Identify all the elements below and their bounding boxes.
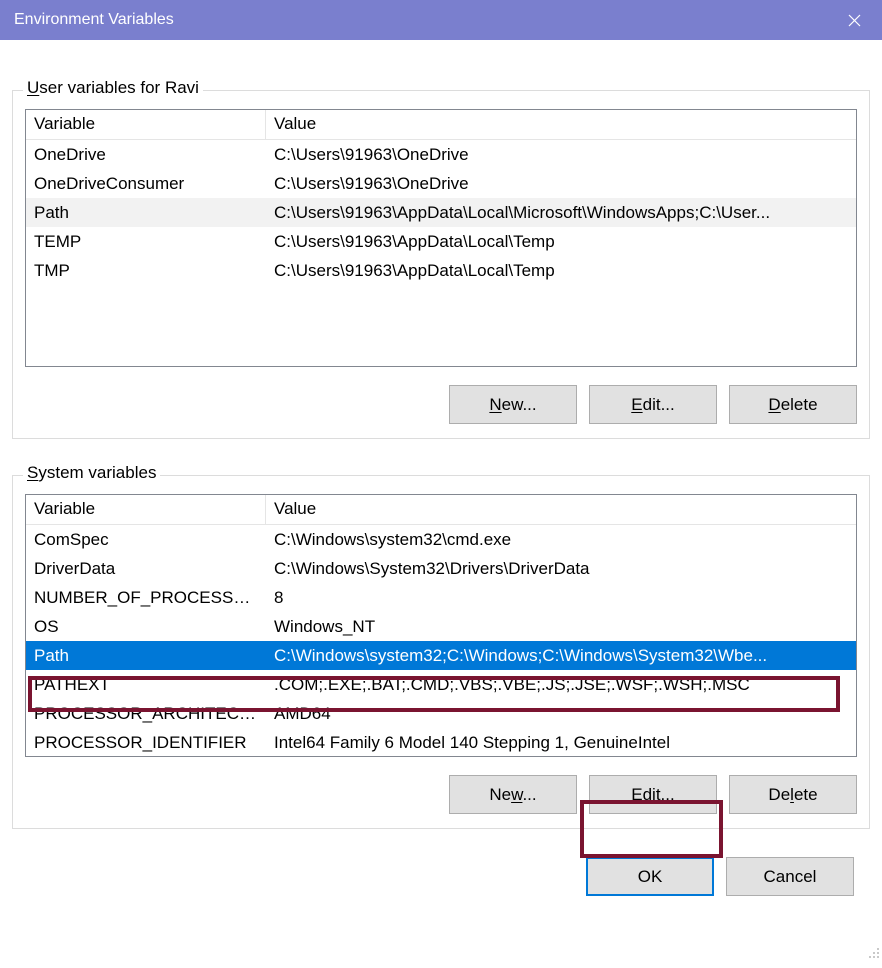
cell-value: AMD64: [266, 701, 856, 727]
user-buttons: New... Edit... Delete: [25, 385, 857, 424]
table-row[interactable]: OneDriveConsumerC:\Users\91963\OneDrive: [26, 169, 856, 198]
table-row[interactable]: ComSpecC:\Windows\system32\cmd.exe: [26, 525, 856, 554]
user-list-header: Variable Value: [26, 110, 856, 140]
system-variables-group: System variables Variable Value ComSpecC…: [12, 475, 870, 829]
system-list-header: Variable Value: [26, 495, 856, 525]
user-variables-group: User variables for Ravi Variable Value O…: [12, 90, 870, 439]
dialog-body: User variables for Ravi Variable Value O…: [0, 40, 882, 960]
cell-value: C:\Users\91963\AppData\Local\Microsoft\W…: [266, 200, 856, 226]
cell-variable: OneDriveConsumer: [26, 171, 266, 197]
cell-value: C:\Users\91963\AppData\Local\Temp: [266, 258, 856, 284]
table-row[interactable]: OSWindows_NT: [26, 612, 856, 641]
system-new-button[interactable]: New...: [449, 775, 577, 814]
dialog-buttons: OK Cancel: [12, 829, 870, 896]
cell-value: C:\Windows\system32\cmd.exe: [266, 527, 856, 553]
cell-value: C:\Users\91963\OneDrive: [266, 171, 856, 197]
cell-variable: PROCESSOR_IDENTIFIER: [26, 730, 266, 756]
cell-value: C:\Users\91963\OneDrive: [266, 142, 856, 168]
table-row[interactable]: DriverDataC:\Windows\System32\Drivers\Dr…: [26, 554, 856, 583]
title-bar: Environment Variables: [0, 0, 882, 40]
cell-variable: OS: [26, 614, 266, 640]
user-variables-list[interactable]: Variable Value OneDriveC:\Users\91963\On…: [25, 109, 857, 367]
cell-variable: OneDrive: [26, 142, 266, 168]
close-button[interactable]: [826, 0, 882, 40]
user-variables-label: User variables for Ravi: [23, 78, 203, 98]
system-edit-button[interactable]: Edit...: [589, 775, 717, 814]
cell-variable: Path: [26, 200, 266, 226]
column-value[interactable]: Value: [266, 495, 856, 525]
system-variables-list[interactable]: Variable Value ComSpecC:\Windows\system3…: [25, 494, 857, 757]
table-row[interactable]: TEMPC:\Users\91963\AppData\Local\Temp: [26, 227, 856, 256]
cell-variable: Path: [26, 643, 266, 669]
cancel-button[interactable]: Cancel: [726, 857, 854, 896]
cell-variable: ComSpec: [26, 527, 266, 553]
resize-grip-icon[interactable]: [866, 944, 880, 958]
table-row[interactable]: PATHEXT.COM;.EXE;.BAT;.CMD;.VBS;.VBE;.JS…: [26, 670, 856, 699]
cell-value: Windows_NT: [266, 614, 856, 640]
table-row[interactable]: PROCESSOR_ARCHITECTUREAMD64: [26, 699, 856, 728]
cell-variable: NUMBER_OF_PROCESSORS: [26, 585, 266, 611]
table-row[interactable]: PathC:\Windows\system32;C:\Windows;C:\Wi…: [26, 641, 856, 670]
close-icon: [848, 14, 861, 27]
cell-variable: PROCESSOR_ARCHITECTURE: [26, 701, 266, 727]
system-delete-button[interactable]: Delete: [729, 775, 857, 814]
column-variable[interactable]: Variable: [26, 495, 266, 525]
window-title: Environment Variables: [14, 11, 174, 29]
cell-variable: PATHEXT: [26, 672, 266, 698]
system-variables-label: System variables: [23, 463, 160, 483]
cell-value: C:\Windows\system32;C:\Windows;C:\Window…: [266, 643, 856, 669]
column-variable[interactable]: Variable: [26, 110, 266, 140]
table-row[interactable]: TMPC:\Users\91963\AppData\Local\Temp: [26, 256, 856, 285]
column-value[interactable]: Value: [266, 110, 856, 140]
table-row[interactable]: NUMBER_OF_PROCESSORS8: [26, 583, 856, 612]
system-buttons: New... Edit... Delete: [25, 775, 857, 814]
user-new-button[interactable]: New...: [449, 385, 577, 424]
table-row[interactable]: OneDriveC:\Users\91963\OneDrive: [26, 140, 856, 169]
table-row[interactable]: PathC:\Users\91963\AppData\Local\Microso…: [26, 198, 856, 227]
table-row[interactable]: PROCESSOR_IDENTIFIERIntel64 Family 6 Mod…: [26, 728, 856, 757]
cell-value: C:\Windows\System32\Drivers\DriverData: [266, 556, 856, 582]
cell-value: 8: [266, 585, 856, 611]
cell-value: Intel64 Family 6 Model 140 Stepping 1, G…: [266, 730, 856, 756]
user-delete-button[interactable]: Delete: [729, 385, 857, 424]
cell-variable: TEMP: [26, 229, 266, 255]
cell-value: C:\Users\91963\AppData\Local\Temp: [266, 229, 856, 255]
cell-variable: TMP: [26, 258, 266, 284]
cell-value: .COM;.EXE;.BAT;.CMD;.VBS;.VBE;.JS;.JSE;.…: [266, 672, 856, 698]
cell-variable: DriverData: [26, 556, 266, 582]
user-edit-button[interactable]: Edit...: [589, 385, 717, 424]
ok-button[interactable]: OK: [586, 857, 714, 896]
